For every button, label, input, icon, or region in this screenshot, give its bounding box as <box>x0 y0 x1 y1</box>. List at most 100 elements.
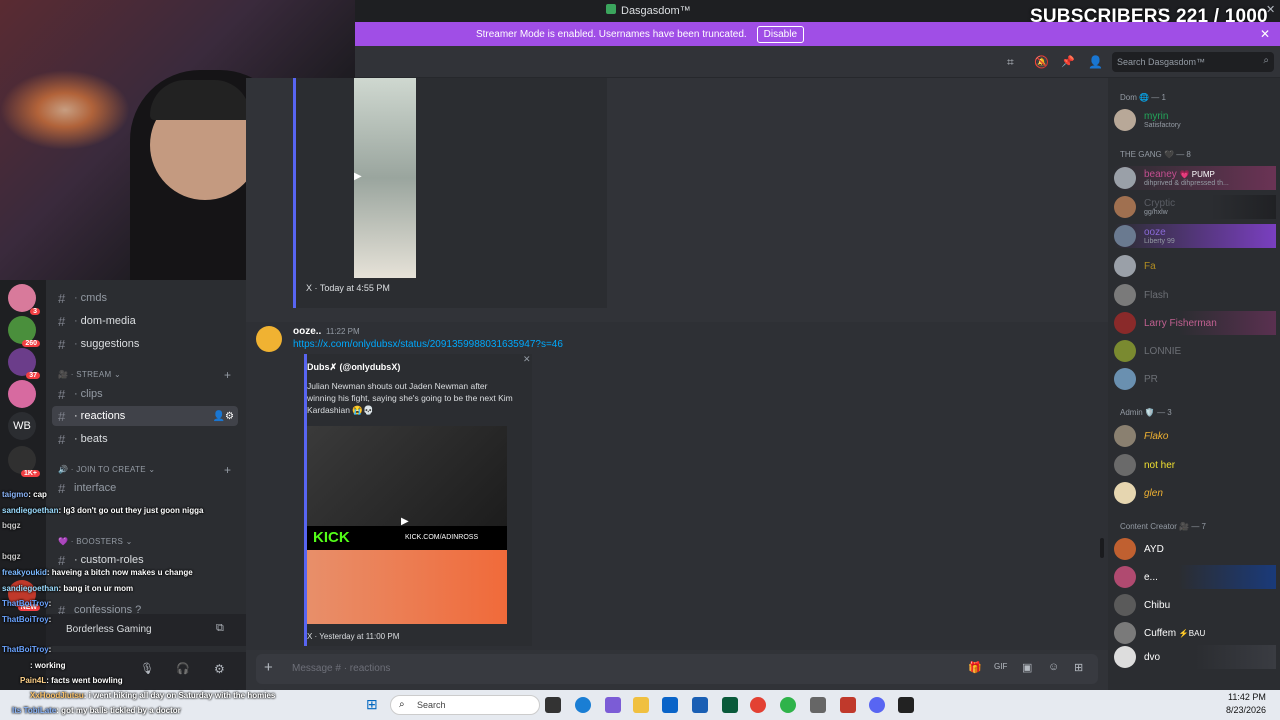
add-channel-icon[interactable]: + <box>224 368 231 382</box>
app-icon <box>606 4 616 14</box>
member-item[interactable]: LONNIE <box>1114 339 1276 363</box>
clock-date[interactable]: 8/23/2026 <box>1226 705 1266 715</box>
server-icon[interactable]: WB <box>8 412 36 440</box>
member-item[interactable]: Chibu <box>1114 593 1276 617</box>
play-icon[interactable]: ▶ <box>401 516 409 527</box>
channel-clips[interactable]: # · clips <box>58 384 103 404</box>
neon-sign <box>0 70 130 150</box>
chat-line: freakyoukid: haveing a bitch now makes u… <box>2 568 193 577</box>
member-item[interactable]: e... <box>1114 565 1276 589</box>
stream-chat-overlay-bottom: XxHoodJiutsu: i went hiking all day on S… <box>2 690 282 720</box>
member-item[interactable]: Cryptic gg/hxlw <box>1114 195 1276 219</box>
windows-start-icon[interactable]: ⊞ <box>366 696 378 713</box>
chat-line: ThatBoiTroy: <box>2 615 52 624</box>
play-icon[interactable]: ▶ <box>354 171 362 182</box>
chrome-icon[interactable] <box>780 697 796 713</box>
embed-image-couple[interactable] <box>307 550 507 624</box>
close-icon[interactable]: ✕ <box>1260 27 1270 41</box>
pin-icon[interactable]: 📌 <box>1061 55 1075 68</box>
kick-banner: KICK KICK.COM/ADINROSS <box>307 526 507 550</box>
scrollbar[interactable] <box>1100 538 1104 558</box>
member-item[interactable]: dvo <box>1114 645 1276 669</box>
taskbar-search[interactable]: ⌕ Search <box>390 695 540 715</box>
edge-icon[interactable] <box>575 697 591 713</box>
task-view-icon[interactable] <box>545 697 561 713</box>
chrome-icon[interactable] <box>750 697 766 713</box>
embed-author[interactable]: Dubs✗ (@onlydubsX) <box>307 362 400 373</box>
hash-icon: # <box>58 408 66 424</box>
member-item[interactable]: not her <box>1114 453 1276 477</box>
server-icon[interactable]: 3 <box>8 284 40 315</box>
search-placeholder: Search Dasgasdom™ <box>1117 57 1206 67</box>
server-icon[interactable]: 260 <box>8 316 40 347</box>
app-icon[interactable] <box>605 697 621 713</box>
member-item[interactable]: ooze Liberty 99 <box>1114 224 1276 248</box>
message-composer[interactable]: + Message # · reactions 🎁 GIF ▣ ☺ ⊞ <box>256 654 1098 684</box>
chat-area: ▶ X · Today at 4:55 PM ooze.. 11:22 PM h… <box>246 78 1108 690</box>
search-icon: ⌕ <box>1263 55 1269 66</box>
threads-icon[interactable]: ⌗ <box>1007 55 1014 70</box>
hash-icon: # <box>58 290 66 306</box>
chat-line: Its TobiLate: got my balls tickled by a … <box>12 706 181 715</box>
avatar <box>1114 109 1136 131</box>
app-icon[interactable] <box>722 697 738 713</box>
channel-beats[interactable]: # · beats <box>58 429 108 449</box>
members-icon[interactable]: 👤 <box>1088 55 1103 69</box>
clock-time[interactable]: 11:42 PM <box>1228 692 1266 702</box>
server-icon[interactable] <box>8 380 36 408</box>
streamer-banner-text: Streamer Mode is enabled. Usernames have… <box>475 28 747 40</box>
settings-icon[interactable]: 👤⚙ <box>213 411 234 422</box>
message-input[interactable]: Message # · reactions <box>292 663 390 674</box>
member-item[interactable]: myrin Satisfactory <box>1114 108 1276 132</box>
member-item[interactable]: Cuffem ⚡BAU <box>1114 621 1276 645</box>
emoji-icon[interactable]: ☺ <box>1048 661 1059 673</box>
file-explorer-icon[interactable] <box>633 697 649 713</box>
close-icon[interactable]: ✕ <box>523 354 531 365</box>
sticker-icon[interactable]: ▣ <box>1022 661 1032 674</box>
member-item[interactable]: Flako <box>1114 424 1276 448</box>
server-icon[interactable]: 37 <box>8 348 40 379</box>
member-item[interactable]: Flash <box>1114 283 1276 307</box>
add-channel-icon[interactable]: + <box>224 463 231 477</box>
member-list: Dom 🌐 — 1 myrin Satisfactory THE GANG 🖤 —… <box>1108 78 1280 690</box>
chat-line: XxHoodJiutsu: i went hiking all day on S… <box>30 691 276 700</box>
search-input[interactable]: Search Dasgasdom™ ⌕ <box>1112 52 1274 72</box>
channel-suggestions[interactable]: # · suggestions <box>58 334 139 354</box>
channel-reactions[interactable]: # · reactions 👤⚙ <box>52 406 238 426</box>
settings-icon[interactable] <box>810 697 826 713</box>
channel-dom-media[interactable]: # · dom-media <box>58 311 136 331</box>
category-stream[interactable]: 🎥 · STREAM ⌄ <box>58 370 121 379</box>
member-item[interactable]: AYD <box>1114 537 1276 561</box>
gif-icon[interactable]: GIF <box>994 662 1007 671</box>
avatar[interactable] <box>256 326 282 352</box>
apps-icon[interactable]: ⊞ <box>1074 661 1083 674</box>
message-link[interactable]: https://x.com/onlydubsx/status/209135998… <box>293 339 563 350</box>
embed-image-fight[interactable]: KICK KICK.COM/ADINROSS ▶ <box>307 426 507 550</box>
app-icon[interactable] <box>840 697 856 713</box>
member-group-header: Dom 🌐 — 1 <box>1120 93 1166 102</box>
message-author[interactable]: ooze.. <box>293 326 321 337</box>
outlook-icon[interactable] <box>662 697 678 713</box>
add-attachment-icon[interactable]: + <box>264 659 273 676</box>
hash-icon: # <box>58 386 66 402</box>
chat-line: taigmo: cap <box>2 490 47 499</box>
channel-cmds[interactable]: # · cmds <box>58 288 107 308</box>
embed-footer: X · Today at 4:55 PM <box>306 283 390 293</box>
notification-bell-icon[interactable]: 🔕 <box>1034 55 1049 69</box>
app-icon[interactable] <box>692 697 708 713</box>
category-join-to-create[interactable]: 🔊 · JOIN TO CREATE ⌄ <box>58 465 155 474</box>
member-item[interactable]: PR <box>1114 367 1276 391</box>
server-icon[interactable]: 1K+ <box>8 446 40 477</box>
terminal-icon[interactable] <box>898 697 914 713</box>
disable-button[interactable]: Disable <box>756 25 805 43</box>
member-item[interactable]: Fa <box>1114 254 1276 278</box>
member-item[interactable]: Larry Fisherman <box>1114 311 1276 335</box>
message-row: ooze.. 11:22 PM https://x.com/onlydubsx/… <box>246 322 1108 650</box>
member-item[interactable]: beaney 💗 PUMP dihprived & dihpressed th..… <box>1114 166 1276 190</box>
message-timestamp: 11:22 PM <box>326 327 360 336</box>
gift-icon[interactable]: 🎁 <box>968 661 982 674</box>
member-item[interactable]: glen <box>1114 481 1276 505</box>
embed-description: Julian Newman shouts out Jaden Newman af… <box>307 381 513 415</box>
discord-icon[interactable] <box>869 697 885 713</box>
embed-video-thumbnail[interactable] <box>354 78 416 278</box>
